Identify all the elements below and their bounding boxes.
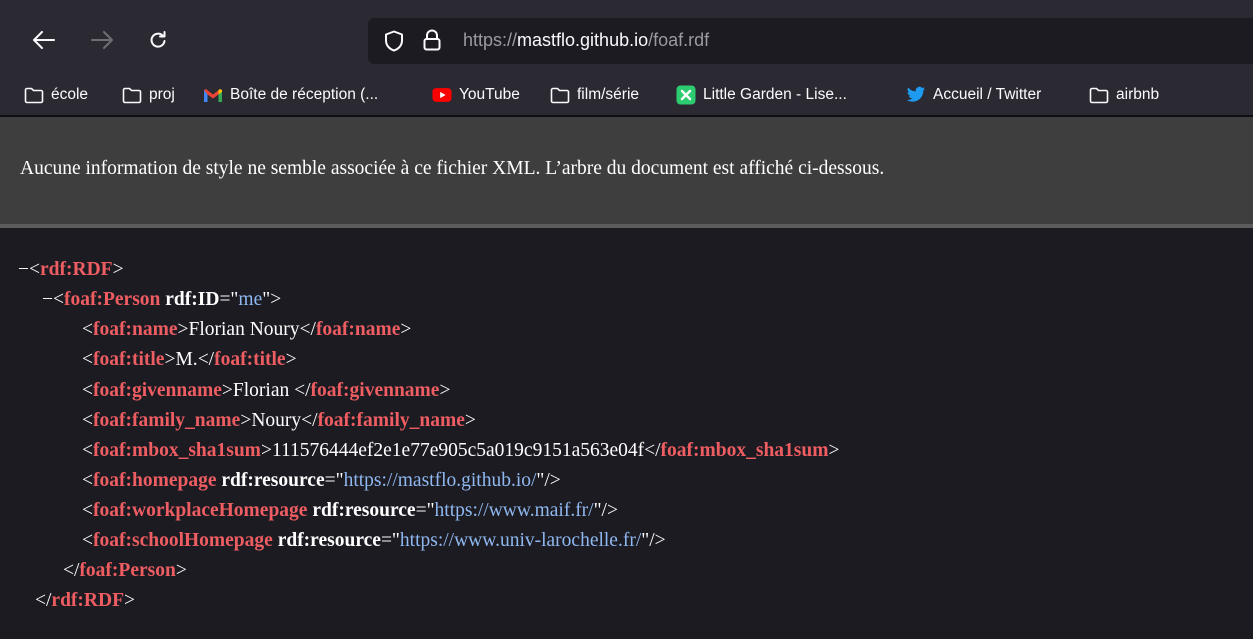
xml-tag-name: foaf:title: [93, 349, 165, 370]
lock-icon[interactable]: [423, 29, 441, 51]
reload-icon: [150, 31, 166, 48]
folder-icon: [1089, 85, 1109, 105]
xml-attr-name: rdf:resource: [277, 530, 381, 551]
url-path: /foaf.rdf: [648, 30, 710, 50]
gmail-icon: [203, 85, 223, 105]
xml-line-givenname: <foaf:givenname>Florian </foaf:givenname…: [82, 380, 451, 401]
xml-tag-name: foaf:Person: [79, 560, 176, 581]
xml-line-school-homepage: <foaf:schoolHomepage rdf:resource="https…: [82, 530, 666, 551]
xml-info-banner: Aucune information de style ne semble as…: [0, 117, 1253, 228]
xml-line-person-close: </foaf:Person>: [63, 560, 187, 581]
xml-tag-name: foaf:mbox_sha1sum: [660, 440, 829, 461]
xml-text: Florian Noury: [188, 319, 300, 340]
reload-button[interactable]: [142, 24, 174, 56]
xml-tag-name: foaf:mbox_sha1sum: [93, 440, 261, 461]
xml-line-title: <foaf:title>M.</foaf:title>: [82, 349, 297, 370]
folder-icon: [550, 85, 570, 105]
xml-line-mbox-sha1sum: <foaf:mbox_sha1sum>111576444ef2e1e77e905…: [82, 440, 840, 461]
xml-text: Noury: [251, 410, 302, 431]
xml-tag-name: foaf:workplaceHomepage: [93, 500, 308, 521]
xml-attr-value: https://www.univ-larochelle.fr/: [399, 530, 642, 551]
arrow-right-icon: [91, 31, 113, 49]
shield-icon[interactable]: [384, 30, 404, 52]
xml-tag-name: foaf:givenname: [93, 380, 222, 401]
bookmark-label: airbnb: [1116, 86, 1160, 103]
xml-tag-name: foaf:name: [315, 319, 401, 340]
xml-text: Florian: [232, 380, 295, 401]
xml-line-rdf-open: −<rdf:RDF>: [18, 259, 124, 280]
xml-attr-value: https://mastflo.github.io/: [343, 470, 537, 491]
bookmark-gmail[interactable]: Boîte de réception (...: [203, 83, 378, 107]
xml-text: M.: [175, 349, 198, 370]
browser-toolbar: https://mastflo.github.io/foaf.rdf: [0, 0, 1253, 75]
xml-line-homepage: <foaf:homepage rdf:resource="https://mas…: [82, 470, 561, 491]
folder-icon: [122, 85, 142, 105]
collapse-toggle-rdf[interactable]: −: [18, 259, 29, 280]
xml-attr-name: rdf:ID: [165, 289, 220, 310]
xml-tag-name: foaf:givenname: [310, 380, 440, 401]
bookmark-twitter[interactable]: Accueil / Twitter: [906, 83, 1041, 107]
bookmark-ecole[interactable]: école: [24, 83, 88, 107]
xml-tag-name: rdf:RDF: [51, 590, 124, 611]
youtube-icon: [432, 85, 452, 105]
info-banner-text: Aucune information de style ne semble as…: [20, 158, 885, 179]
xml-line-rdf-close: </rdf:RDF>: [35, 590, 135, 611]
little-garden-icon: [676, 85, 696, 105]
xml-tag-name: foaf:schoolHomepage: [93, 530, 273, 551]
xml-line-workplace-homepage: <foaf:workplaceHomepage rdf:resource="ht…: [82, 500, 618, 521]
xml-attr-name: rdf:resource: [221, 470, 325, 491]
bookmark-label: Accueil / Twitter: [933, 86, 1042, 103]
bookmarks-bar: école proj Boîte de réception (... YouTu…: [0, 75, 1253, 117]
bookmark-label: école: [51, 86, 89, 103]
url-scheme: https://: [463, 30, 518, 50]
url-text[interactable]: https://mastflo.github.io/foaf.rdf: [463, 30, 709, 51]
bookmark-label: Little Garden - Lise...: [703, 86, 847, 103]
url-bar[interactable]: https://mastflo.github.io/foaf.rdf: [368, 18, 1253, 64]
bookmark-proj[interactable]: proj: [122, 83, 175, 107]
bookmark-youtube[interactable]: YouTube: [432, 83, 520, 107]
xml-line-family-name: <foaf:family_name>Noury</foaf:family_nam…: [82, 410, 476, 431]
xml-attr-value: https://www.maif.fr/: [434, 500, 594, 521]
xml-tag-name: foaf:name: [93, 319, 178, 340]
bookmark-little-garden[interactable]: Little Garden - Lise...: [676, 83, 847, 107]
bookmark-airbnb[interactable]: airbnb: [1089, 83, 1159, 107]
arrow-left-icon: [33, 31, 55, 49]
bookmark-label: film/série: [577, 86, 640, 103]
folder-icon: [24, 85, 44, 105]
xml-attr-value: me: [238, 289, 263, 310]
bookmark-label: Boîte de réception (...: [230, 86, 379, 103]
twitter-icon: [906, 85, 926, 105]
bookmark-label: proj: [149, 86, 175, 103]
xml-tag-name: foaf:Person: [64, 289, 161, 310]
back-button[interactable]: [28, 24, 60, 56]
xml-tree: −<rdf:RDF> −<foaf:Person rdf:ID="me"> <f…: [0, 228, 1253, 639]
xml-tag-name: rdf:RDF: [40, 259, 113, 280]
xml-line-name: <foaf:name>Florian Noury</foaf:name>: [82, 319, 412, 340]
xml-line-person-open: −<foaf:Person rdf:ID="me">: [42, 289, 282, 310]
bookmark-label: YouTube: [459, 86, 520, 103]
xml-text: 111576444ef2e1e77e905c5a019c9151a563e04f: [271, 440, 645, 461]
xml-tag-name: foaf:family_name: [93, 410, 241, 431]
collapse-toggle-person[interactable]: −: [42, 289, 53, 310]
bookmark-film-serie[interactable]: film/série: [550, 83, 639, 107]
forward-button[interactable]: [86, 24, 118, 56]
xml-tag-name: foaf:family_name: [317, 410, 465, 431]
xml-attr-name: rdf:resource: [312, 500, 416, 521]
xml-tag-name: foaf:homepage: [93, 470, 217, 491]
url-host: mastflo.github.io: [517, 30, 649, 50]
xml-tag-name: foaf:title: [214, 349, 286, 370]
